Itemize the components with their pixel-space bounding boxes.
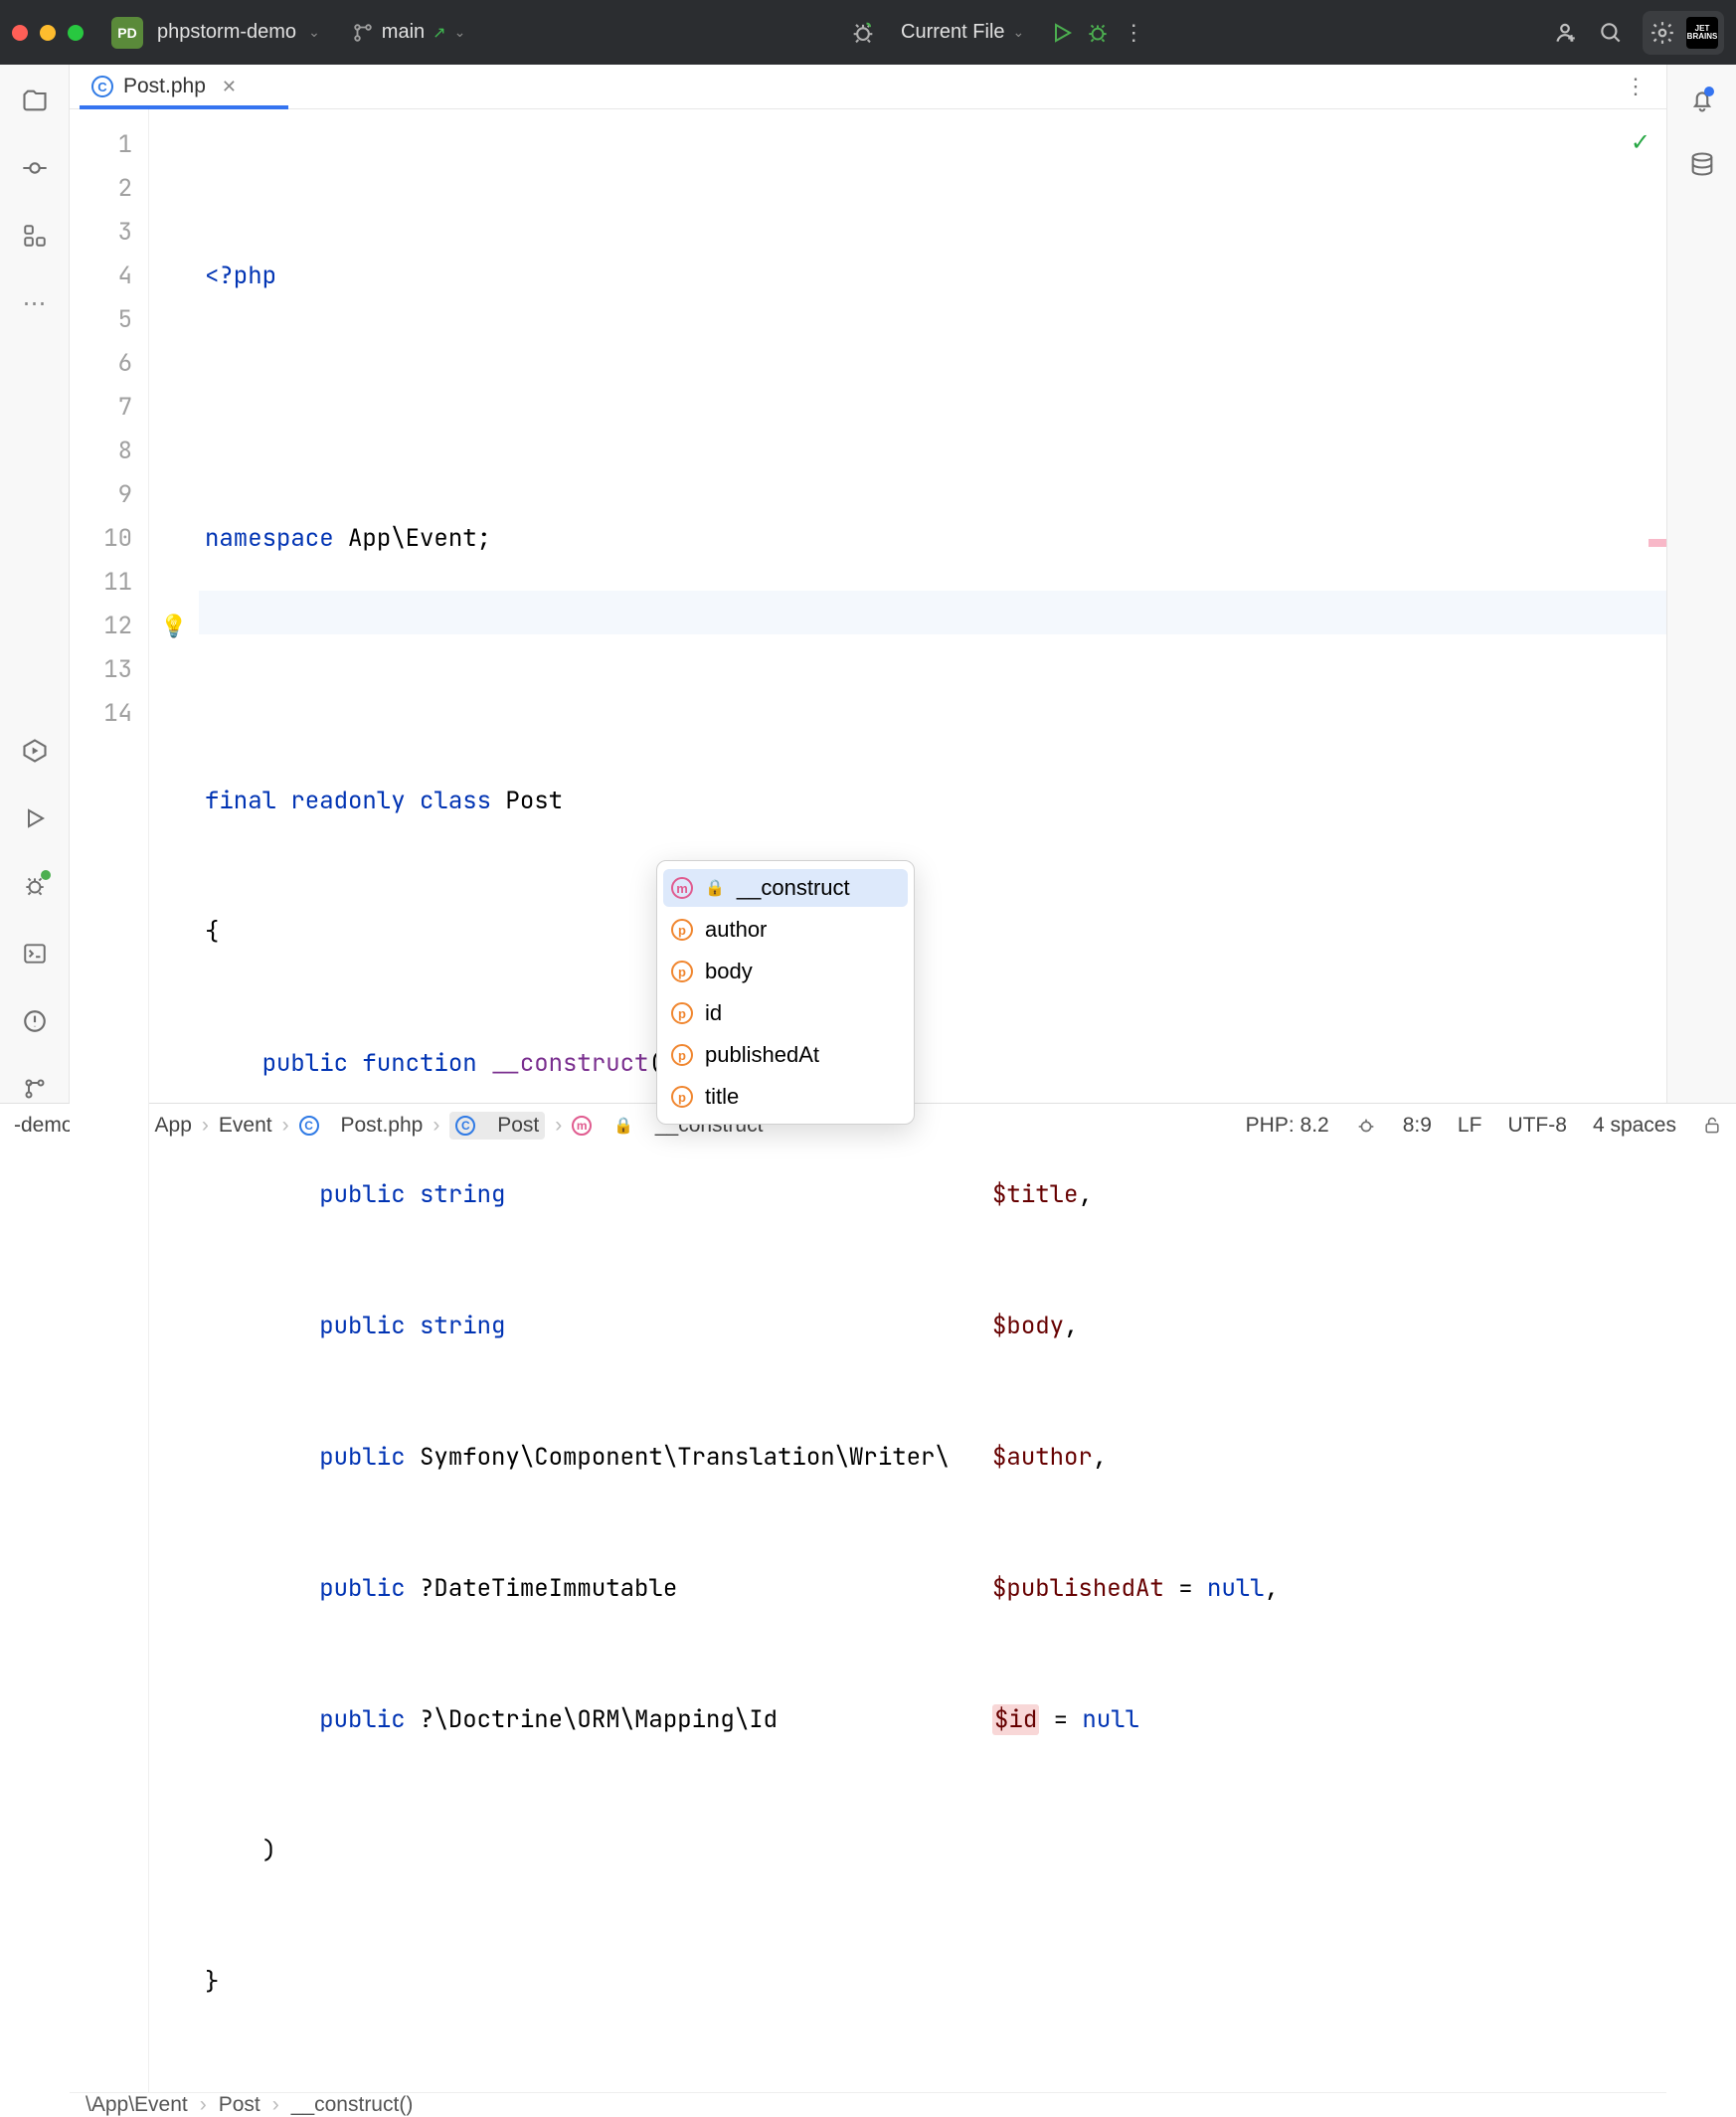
completion-label: body	[705, 959, 753, 984]
git-branch-widget[interactable]: main ↗ ⌄	[352, 21, 466, 44]
run-config-selector[interactable]: Current File ⌄	[901, 21, 1024, 44]
debug-button[interactable]	[1084, 19, 1112, 47]
more-actions-icon[interactable]: ⋮	[1120, 19, 1147, 47]
left-tool-rail: ⋯	[0, 65, 70, 1103]
property-icon: p	[671, 961, 693, 982]
intention-bulb-icon[interactable]: 💡	[160, 605, 187, 648]
gutter-icons: 💡	[149, 109, 199, 2092]
property-icon: p	[671, 1086, 693, 1108]
branch-chevron-icon[interactable]: ⌄	[454, 24, 466, 41]
commit-tool-icon[interactable]	[21, 154, 49, 182]
tab-post-php[interactable]: C Post.php ✕	[80, 65, 249, 108]
run-tool-icon[interactable]	[21, 804, 49, 832]
services-tool-icon[interactable]	[21, 737, 49, 765]
completion-item[interactable]: m 🔒 __construct	[663, 869, 908, 907]
project-chevron-icon[interactable]: ⌄	[308, 24, 320, 41]
minimize-window-icon[interactable]	[40, 25, 56, 41]
project-badge: PD	[111, 17, 143, 49]
completion-label: title	[705, 1084, 739, 1110]
crumb-namespace[interactable]: \App\Event	[86, 2093, 188, 2117]
run-config-chevron-icon: ⌄	[1013, 24, 1025, 41]
run-config-label: Current File	[901, 21, 1004, 44]
completion-item[interactable]: p author	[657, 909, 914, 951]
completion-item[interactable]: p publishedAt	[657, 1034, 914, 1076]
property-icon: p	[671, 1044, 693, 1066]
editor-tabs: C Post.php ✕ ⋮	[70, 65, 1666, 109]
vcs-tool-icon[interactable]	[21, 1075, 49, 1103]
completion-popup: m 🔒 __construct p author p body p id p p…	[656, 860, 915, 1125]
debug-tool-icon[interactable]	[21, 872, 49, 900]
jetbrains-badge[interactable]: JET BRAINS	[1686, 17, 1718, 49]
right-tool-rail	[1666, 65, 1736, 1103]
completion-item[interactable]: p body	[657, 951, 914, 992]
title-bar: PD phpstorm-demo ⌄ main ↗ ⌄ Current File…	[0, 0, 1736, 65]
push-arrow-icon[interactable]: ↗	[433, 23, 445, 43]
run-button[interactable]	[1048, 19, 1076, 47]
completion-label: publishedAt	[705, 1042, 819, 1068]
maximize-window-icon[interactable]	[68, 25, 84, 41]
method-icon: m	[671, 877, 693, 899]
more-tools-icon[interactable]: ⋯	[21, 289, 49, 317]
terminal-tool-icon[interactable]	[21, 940, 49, 968]
editor-breadcrumb: \App\Event › Post › __construct()	[70, 2092, 1666, 2117]
completion-item[interactable]: p id	[657, 992, 914, 1034]
property-icon: p	[671, 1002, 693, 1024]
search-icon[interactable]	[1597, 19, 1625, 47]
code-area[interactable]: <?php namespace App\Event; final readonl…	[199, 109, 1666, 2092]
property-icon: p	[671, 919, 693, 941]
crumb-class[interactable]: Post	[219, 2093, 260, 2117]
settings-icon[interactable]	[1649, 19, 1676, 47]
completion-label: id	[705, 1000, 722, 1026]
window-controls	[12, 25, 84, 41]
project-name[interactable]: phpstorm-demo	[157, 21, 296, 44]
code-with-me-icon[interactable]	[1551, 19, 1579, 47]
readonly-toggle-icon[interactable]	[1702, 1116, 1722, 1136]
branch-icon	[352, 22, 374, 44]
tab-close-icon[interactable]: ✕	[222, 77, 237, 97]
class-file-icon: C	[91, 76, 113, 97]
tabs-more-icon[interactable]: ⋮	[1615, 74, 1656, 99]
crumb-method[interactable]: __construct()	[291, 2093, 414, 2117]
completion-label: author	[705, 917, 767, 943]
database-tool-icon[interactable]	[1688, 150, 1716, 178]
gutter: 123 456 789 101112 1314	[70, 109, 149, 2092]
tab-label: Post.php	[123, 75, 206, 98]
chevron-right-icon: ›	[200, 2093, 207, 2117]
notifications-icon[interactable]	[1688, 87, 1716, 114]
lock-icon: 🔒	[705, 878, 725, 898]
problems-tool-icon[interactable]	[21, 1007, 49, 1035]
settings-group: JET BRAINS	[1643, 11, 1724, 55]
completion-item[interactable]: p title	[657, 1076, 914, 1118]
ai-bug-icon[interactable]	[849, 19, 877, 47]
structure-tool-icon[interactable]	[21, 222, 49, 250]
close-window-icon[interactable]	[12, 25, 28, 41]
chevron-right-icon: ›	[272, 2093, 279, 2117]
path-crumb[interactable]: -demo	[14, 1114, 74, 1138]
completion-label: __construct	[737, 875, 850, 901]
branch-name: main	[382, 21, 425, 44]
project-tool-icon[interactable]	[21, 87, 49, 114]
